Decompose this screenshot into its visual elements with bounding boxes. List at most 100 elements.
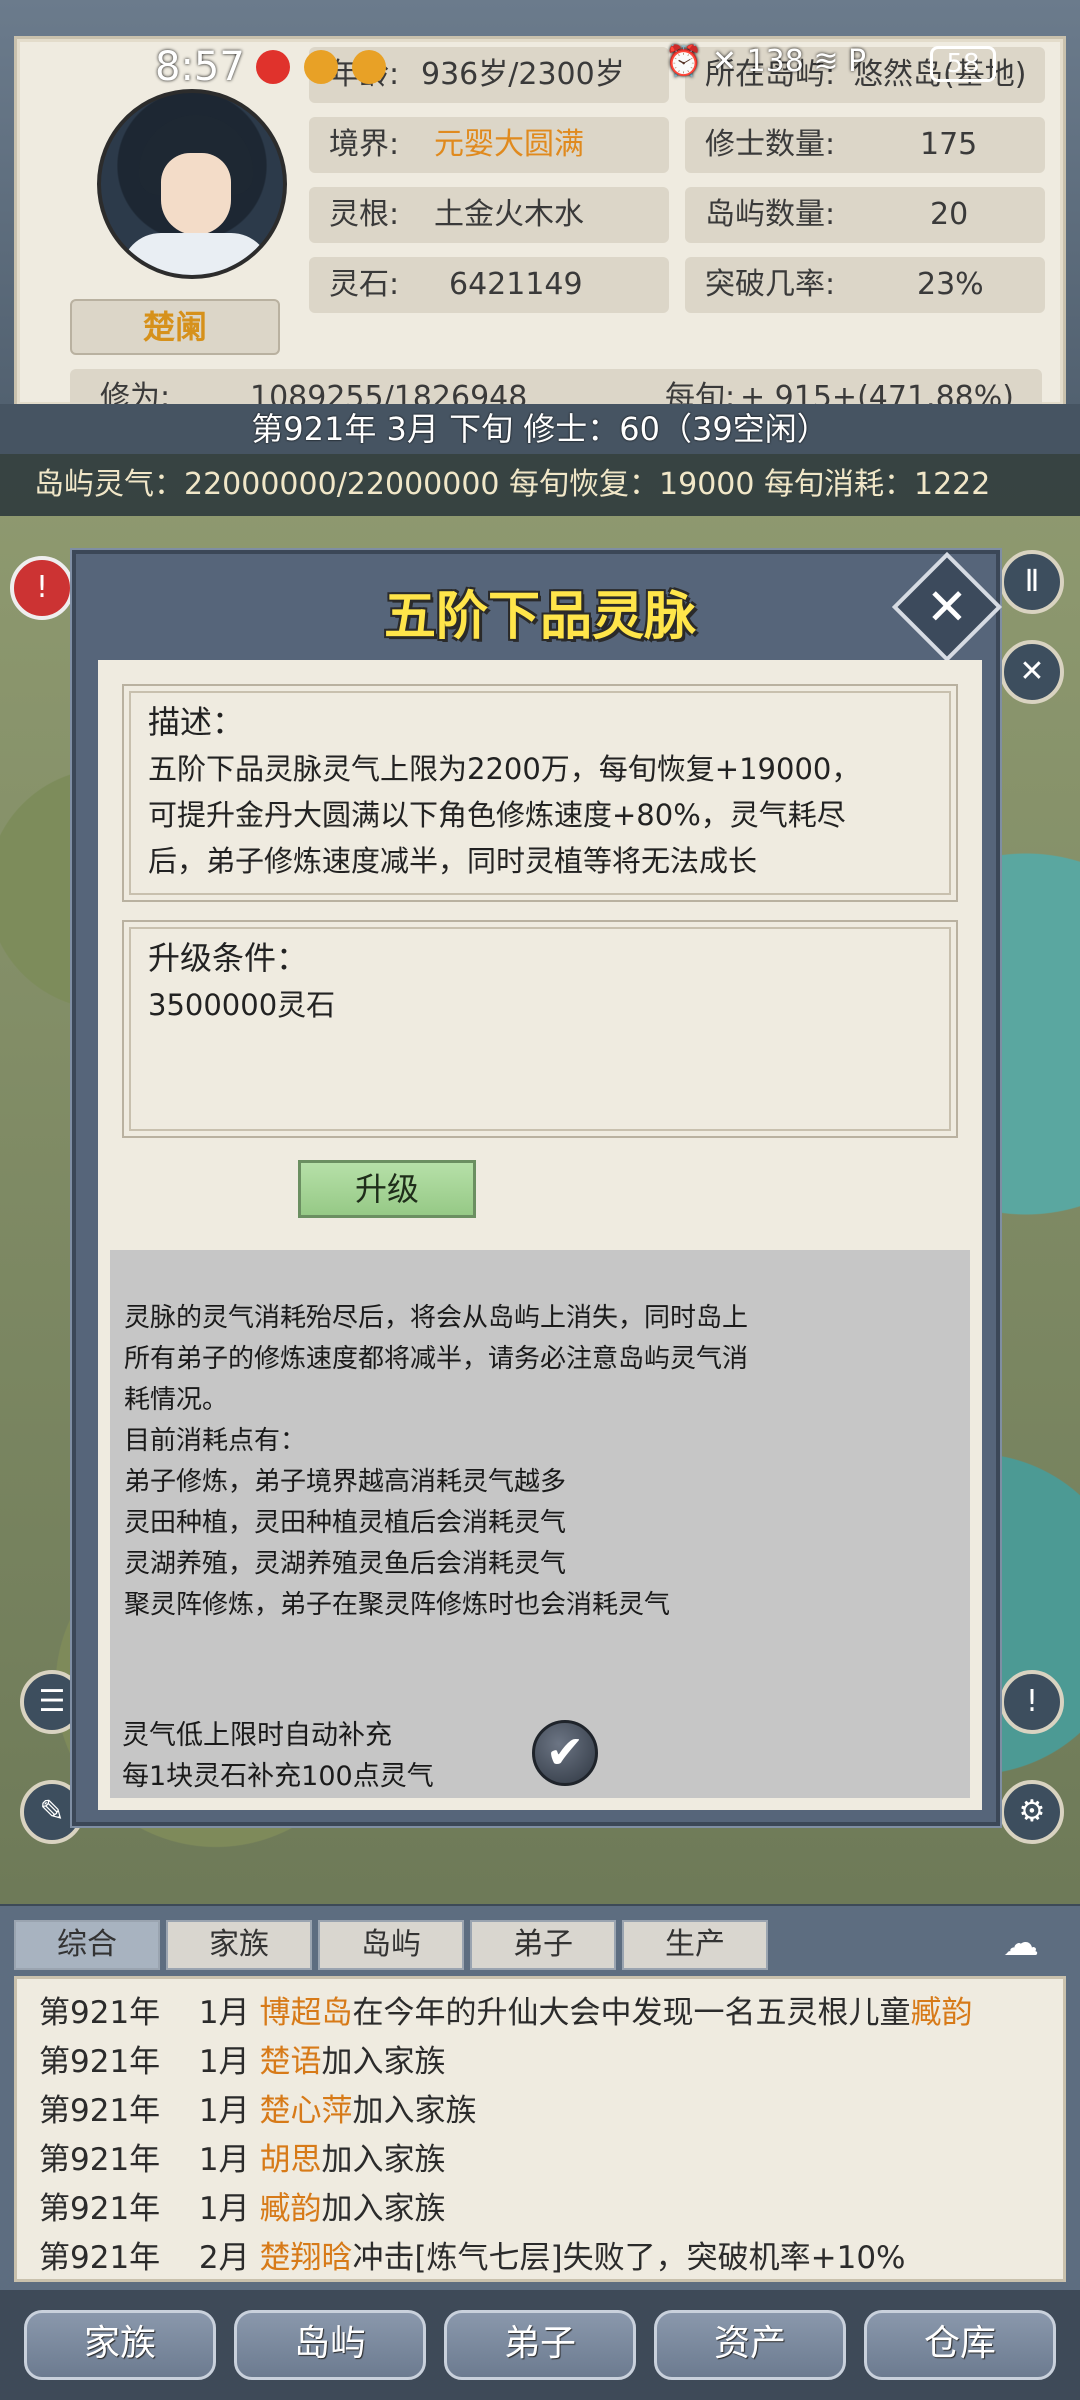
info-panel: 灵脉的灵气消耗殆尽后，将会从岛屿上消失，同时岛上 所有弟子的修炼速度都将减半，请… (110, 1250, 970, 1798)
info-line: 目前消耗点有： (124, 1426, 307, 1456)
log-month: 1月 (198, 2142, 250, 2178)
log-month: 1月 (198, 2093, 250, 2129)
log-year: 第921年 (39, 2044, 161, 2080)
log-text: 在今年的升仙大会中发现一名五灵根儿童 (352, 1995, 911, 2031)
settings-gear-icon[interactable]: ⚙ (1000, 1780, 1064, 1844)
log-highlight[interactable]: 楚翔晗 (259, 2240, 352, 2276)
log-text: 加入家族 (321, 2142, 446, 2178)
tab-disciples[interactable]: 弟子 (470, 1920, 616, 1970)
status-time: 8:57 (155, 44, 245, 90)
log-month: 1月 (198, 2191, 250, 2227)
log-row: 第921年 1月 胡思加入家族 (39, 2136, 1063, 2185)
character-card: 楚阑 年龄: 936岁/2300岁 境界: 元婴大圆满 灵根: 土金火木水 灵石… (14, 36, 1066, 427)
info-line: 耗情况。 (124, 1385, 229, 1415)
log-text: 冲击[炼气七层]失败了，突破机率+10% (352, 2240, 906, 2276)
log-panel: 综合 家族 岛屿 弟子 生产 ☁ 第921年 1月 博超岛在今年的升仙大会中发现… (0, 1906, 1080, 2290)
tab-islands[interactable]: 岛屿 (318, 1920, 464, 1970)
tab-production[interactable]: 生产 (622, 1920, 768, 1970)
log-text: 加入家族 (352, 2093, 477, 2129)
log-row: 第921年 1月 臧韵加入家族 (39, 2185, 1063, 2234)
log-year: 第921年 (39, 2093, 161, 2129)
realm-value: 元婴大圆满 (434, 127, 584, 162)
islands-stat: 岛屿数量: 20 (685, 187, 1045, 243)
auto-refill-text: 灵气低上限时自动补充 每1块灵石补充100点灵气 (122, 1715, 434, 1797)
stones-stat: 灵石: 6421149 (309, 257, 669, 313)
nav-islands-button[interactable]: 岛屿 (234, 2310, 426, 2380)
breakthrough-stat: 突破几率: 23% (685, 257, 1045, 313)
log-month: 1月 (198, 1995, 250, 2031)
cloud-menu-icon[interactable]: ☁ (990, 1924, 1052, 1964)
log-highlight[interactable]: 臧韵 (910, 1995, 972, 2031)
cultivators-stat: 修士数量: 175 (685, 117, 1045, 173)
auto-refill-checkbox[interactable]: ✔ (532, 1720, 598, 1786)
root-value: 土金火木水 (434, 197, 584, 232)
battery-icon: 58 (930, 46, 996, 82)
dialog-title: 五阶下品灵脉 (383, 587, 696, 647)
info-line: 所有弟子的修炼速度都将减半，请务必注意岛屿灵气消 (124, 1344, 749, 1374)
close-icon: ✕ (926, 578, 968, 636)
upgrade-button[interactable]: 升级 (298, 1160, 476, 1218)
log-highlight[interactable]: 楚语 (259, 2044, 321, 2080)
log-month: 2月 (198, 2240, 250, 2276)
root-label: 灵根: (329, 197, 400, 232)
log-highlight[interactable]: 臧韵 (259, 2191, 321, 2227)
islands-value: 20 (930, 197, 969, 232)
description-frame: 描述： 五阶下品灵脉灵气上限为2200万，每旬恢复+19000， 可提升金丹大圆… (122, 684, 958, 902)
info-line: 灵田种植，灵田种植灵植后会消耗灵气 (124, 1508, 567, 1538)
description-line: 后，弟子修炼速度减半，同时灵植等将无法成长 (148, 844, 758, 878)
character-name[interactable]: 楚阑 (70, 299, 280, 355)
info-line: 灵脉的灵气消耗殆尽后，将会从岛屿上消失，同时岛上 (124, 1303, 749, 1333)
realm-stat: 境界: 元婴大圆满 (309, 117, 669, 173)
breakthrough-value: 23% (917, 267, 984, 302)
dialog-body: 描述： 五阶下品灵脉灵气上限为2200万，每旬恢复+19000， 可提升金丹大圆… (98, 660, 982, 1810)
pause-button[interactable]: Ⅱ (1000, 550, 1064, 614)
nav-warehouse-button[interactable]: 仓库 (864, 2310, 1056, 2380)
log-row: 第921年 1月 博超岛在今年的升仙大会中发现一名五灵根儿童臧韵 (39, 1989, 1063, 2038)
log-year: 第921年 (39, 1995, 161, 2031)
islands-label: 岛屿数量: (705, 197, 836, 232)
log-year: 第921年 (39, 2142, 161, 2178)
map-close-button[interactable]: ✕ (1000, 640, 1064, 704)
log-list[interactable]: 第921年 1月 博超岛在今年的升仙大会中发现一名五灵根儿童臧韵 第921年 1… (14, 1976, 1066, 2282)
log-text: 加入家族 (321, 2191, 446, 2227)
tab-general[interactable]: 综合 (14, 1920, 160, 1970)
log-row: 第921年 1月 楚语加入家族 (39, 2038, 1063, 2087)
weibo-icon (304, 50, 338, 84)
cultivators-label: 修士数量: (705, 127, 836, 162)
description-line: 可提升金丹大圆满以下角色修炼速度+80%，灵气耗尽 (148, 798, 846, 832)
stones-value: 6421149 (449, 267, 583, 302)
weibo-icon (352, 50, 386, 84)
tab-family[interactable]: 家族 (166, 1920, 312, 1970)
requirements-frame: 升级条件： 3500000灵石 (122, 920, 958, 1138)
log-highlight[interactable]: 楚心萍 (259, 2093, 352, 2129)
bottom-nav: 家族 岛屿 弟子 资产 仓库 (0, 2290, 1080, 2400)
event-icon[interactable]: ! (1000, 1670, 1064, 1734)
log-year: 第921年 (39, 2240, 161, 2276)
island-qi-bar: 岛屿灵气：22000000/22000000 每旬恢复：19000 每旬消耗：1… (0, 454, 1080, 516)
character-panel: 楚阑 年龄: 936岁/2300岁 境界: 元婴大圆满 灵根: 土金火木水 灵石… (0, 0, 1080, 427)
info-line: 弟子修炼，弟子境界越高消耗灵气越多 (124, 1467, 567, 1497)
log-row: 第921年 2月 楚翔晗冲击[炼气七层]失败了，突破机率+10% (39, 2234, 1063, 2283)
status-indicators: ⏰ ✕ 138 ≋ P (665, 44, 867, 79)
nav-disciples-button[interactable]: 弟子 (444, 2310, 636, 2380)
alert-icon[interactable]: ! (10, 556, 74, 620)
requirements-text: 3500000灵石 (148, 988, 336, 1022)
log-text: 加入家族 (321, 2044, 446, 2080)
description-line: 五阶下品灵脉灵气上限为2200万，每旬恢复+19000， (148, 752, 861, 786)
log-row: 第921年 1月 楚心萍加入家族 (39, 2087, 1063, 2136)
log-highlight[interactable]: 胡思 (259, 2142, 321, 2178)
root-stat: 灵根: 土金火木水 (309, 187, 669, 243)
spirit-vein-dialog: 五阶下品灵脉 ✕ 描述： 五阶下品灵脉灵气上限为2200万，每旬恢复+19000… (72, 550, 1003, 1826)
auto-refill-line: 灵气低上限时自动补充 (122, 1720, 392, 1751)
nav-assets-button[interactable]: 资产 (654, 2310, 846, 2380)
auto-refill-line: 每1块灵石补充100点灵气 (122, 1761, 434, 1792)
nav-family-button[interactable]: 家族 (24, 2310, 216, 2380)
realm-label: 境界: (329, 127, 400, 162)
requirements-heading: 升级条件： (148, 939, 309, 977)
log-year: 第921年 (39, 2191, 161, 2227)
date-bar: 第921年 3月 下旬 修士：60（39空闲） (0, 404, 1080, 454)
log-highlight[interactable]: 博超岛 (259, 1995, 352, 2031)
log-month: 1月 (198, 2044, 250, 2080)
character-avatar[interactable] (97, 89, 287, 279)
cultivators-value: 175 (920, 127, 978, 162)
